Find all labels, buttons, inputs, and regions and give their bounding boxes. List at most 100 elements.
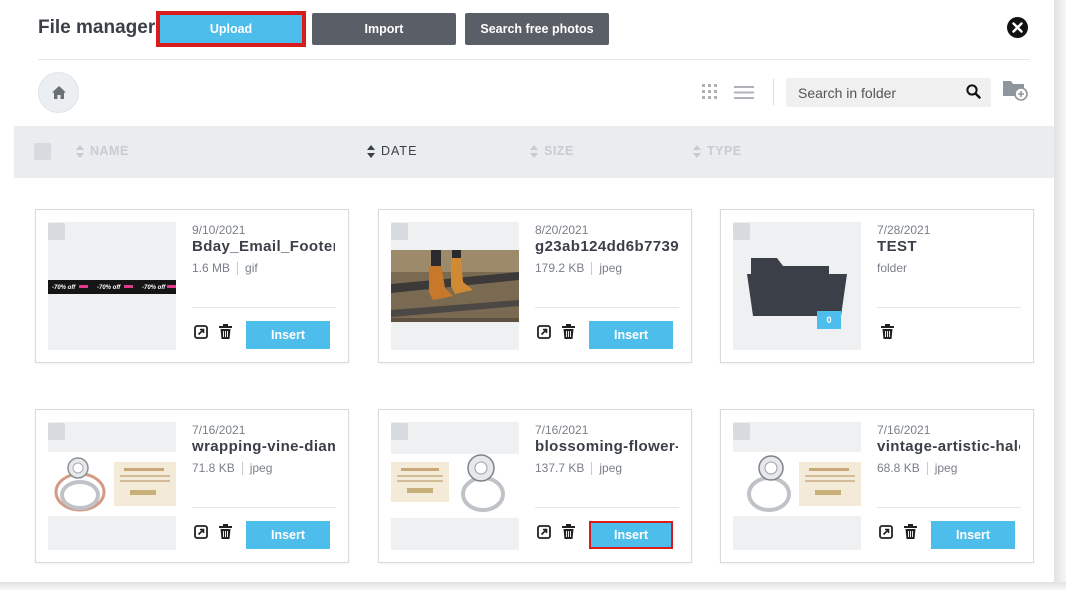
file-size: 1.6 MB [192,261,231,275]
trash-icon[interactable] [562,524,575,539]
file-thumbnail[interactable]: -70% off -70% off -70% off [48,222,176,350]
search-input[interactable] [786,84,956,101]
file-card[interactable]: 7/16/2021 wrapping-vine-diamc 71.8 KB jpe… [35,409,349,563]
file-checkbox[interactable] [733,423,750,440]
open-external-icon[interactable] [537,525,551,539]
file-meta: 1.6 MB gif [192,261,258,275]
file-date: 7/16/2021 [877,423,931,437]
file-name: g23ab124dd6b7739e [535,238,678,255]
meta-separator [241,462,243,475]
file-type: jpeg [934,461,958,475]
file-meta: 137.7 KB jpeg [535,461,622,475]
file-checkbox[interactable] [391,423,408,440]
open-external-icon[interactable] [194,325,208,339]
column-name-label: NAME [90,144,129,158]
open-external-icon[interactable] [537,325,551,339]
folder-meta: folder [877,261,907,275]
file-size: 137.7 KB [535,461,585,475]
folder-icon [747,258,847,316]
sort-icon [530,144,539,158]
file-card[interactable]: -70% off -70% off -70% off 9/10/2021 Bda… [35,209,349,363]
trash-icon[interactable] [904,524,917,539]
file-manager-window: File manager Upload Import Search free p… [14,0,1054,582]
home-button[interactable] [38,72,79,113]
column-type[interactable]: TYPE [693,144,742,158]
file-card[interactable]: 7/16/2021 vintage-artistic-halo 68.8 KB j… [720,409,1034,563]
file-checkbox[interactable] [48,223,65,240]
banner-text: -70% off [97,285,121,291]
file-date: 9/10/2021 [192,223,246,237]
banner-text: -70% off [142,285,166,291]
file-thumbnail[interactable] [48,422,176,550]
card-divider [535,507,679,508]
column-name[interactable]: NAME [76,144,129,158]
file-card[interactable]: 7/16/2021 blossoming-flower-c 137.7 KB jp… [378,409,692,563]
home-icon [51,86,66,99]
toolbar-separator [773,79,774,105]
column-size[interactable]: SIZE [530,144,574,158]
file-name: wrapping-vine-diamc [192,438,335,455]
folder-kind: folder [877,261,908,275]
folder-date: 7/28/2021 [877,223,931,237]
card-divider [192,307,336,308]
file-size: 179.2 KB [535,261,585,275]
import-button[interactable]: Import [312,13,456,45]
search-box [786,78,991,107]
trash-icon[interactable] [219,524,232,539]
folder-name: TEST [877,238,917,255]
file-thumbnail[interactable] [391,422,519,550]
search-free-photos-button[interactable]: Search free photos [465,13,609,45]
file-checkbox[interactable] [391,223,408,240]
insert-button[interactable]: Insert [589,321,673,349]
trash-icon[interactable] [881,324,894,339]
add-folder-icon[interactable] [1002,79,1030,108]
file-type: gif [245,261,258,275]
file-thumbnail[interactable] [733,422,861,550]
list-view-icon[interactable] [734,86,754,104]
item-count-badge: 0 [817,311,841,329]
grid-view-icon[interactable] [702,84,718,105]
file-type: jpeg [599,461,623,475]
open-external-icon[interactable] [194,525,208,539]
insert-button[interactable]: Insert [589,521,673,549]
file-card[interactable]: 8/20/2021 g23ab124dd6b7739e 179.2 KB jpeg… [378,209,692,363]
folder-checkbox[interactable] [733,223,750,240]
trash-icon[interactable] [562,324,575,339]
page-title: File manager [38,17,156,38]
file-type: jpeg [249,461,273,475]
file-meta: 68.8 KB jpeg [877,461,957,475]
card-divider [877,507,1021,508]
search-icon[interactable] [966,84,981,99]
trash-icon[interactable] [219,324,232,339]
file-thumbnail[interactable] [391,222,519,350]
banner-text: -70% off [52,285,76,291]
close-icon[interactable] [1007,17,1028,38]
sort-icon [367,144,376,158]
select-all-checkbox[interactable] [34,143,51,160]
folder-card[interactable]: 0 7/28/2021 TEST folder [720,209,1034,363]
file-date: 8/20/2021 [535,223,589,237]
column-date-label: DATE [381,144,418,158]
header-divider [38,59,1030,60]
file-name: Bday_Email_Footer_ [192,238,335,255]
file-name: blossoming-flower-c [535,438,678,455]
upload-button[interactable]: Upload [156,11,306,47]
file-date: 7/16/2021 [192,423,246,437]
insert-button[interactable]: Insert [931,521,1015,549]
card-divider [192,507,336,508]
file-checkbox[interactable] [48,423,65,440]
card-divider [535,307,679,308]
file-size: 68.8 KB [877,461,920,475]
file-meta: 71.8 KB jpeg [192,461,272,475]
file-size: 71.8 KB [192,461,235,475]
meta-separator [591,262,593,275]
insert-button[interactable]: Insert [246,321,330,349]
insert-button[interactable]: Insert [246,521,330,549]
sort-icon [693,144,702,158]
open-external-icon[interactable] [879,525,893,539]
column-date[interactable]: DATE [367,144,417,158]
folder-thumbnail[interactable] [733,222,861,350]
card-divider [877,307,1021,308]
meta-separator [926,462,928,475]
file-name: vintage-artistic-halo [877,438,1020,455]
